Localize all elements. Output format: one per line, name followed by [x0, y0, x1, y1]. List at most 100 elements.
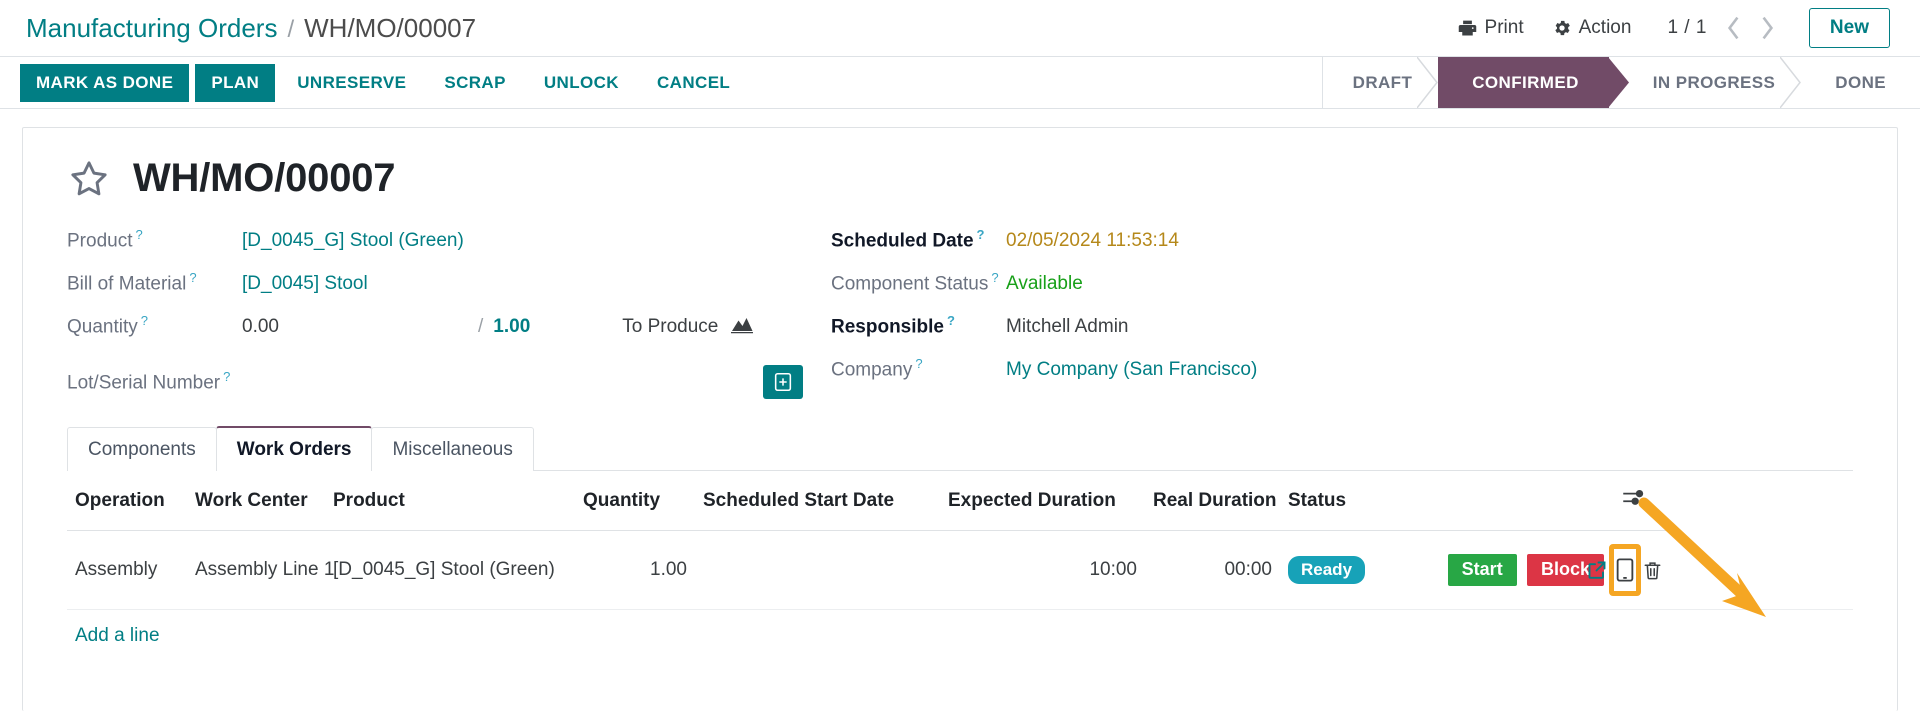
- field-scheduled-date-label-text: Scheduled Date: [831, 230, 974, 252]
- status-stage-in-progress-label: IN PROGRESS: [1652, 72, 1776, 92]
- table-row[interactable]: Assembly Assembly Line 1 [D_0045_G] Stoo…: [67, 530, 1853, 610]
- field-bom-value[interactable]: [D_0045] Stool: [242, 273, 368, 295]
- add-a-line-button[interactable]: Add a line: [67, 610, 168, 657]
- action-button[interactable]: Action: [1538, 13, 1646, 43]
- status-stage-in-progress[interactable]: IN PROGRESS: [1609, 57, 1802, 108]
- field-scheduled-date-value[interactable]: 02/05/2024 11:53:14: [1006, 230, 1179, 252]
- column-header-quantity[interactable]: Quantity: [575, 471, 695, 531]
- plan-button[interactable]: PLAN: [195, 63, 276, 102]
- print-button[interactable]: Print: [1443, 13, 1538, 43]
- external-link-icon[interactable]: [1585, 551, 1609, 589]
- cell-real-duration[interactable]: 00:00: [1145, 530, 1280, 610]
- field-lot-serial-label: Lot/Serial Number?: [67, 369, 242, 394]
- form-column-left: Product? [D_0045_G] Stool (Green) Bill o…: [67, 227, 827, 408]
- help-icon-bom[interactable]: ?: [189, 270, 196, 285]
- field-component-status: Component Status? Available: [831, 270, 1853, 313]
- mark-as-done-button[interactable]: MARK AS DONE: [20, 63, 190, 102]
- cell-quantity[interactable]: 1.00: [575, 530, 695, 610]
- row-icon-group: [1588, 544, 1664, 596]
- help-icon-company[interactable]: ?: [915, 356, 922, 371]
- tablet-view-icon[interactable]: [1609, 544, 1641, 596]
- add-box-icon[interactable]: [763, 365, 803, 399]
- action-button-label: Action: [1578, 17, 1632, 38]
- help-icon-product[interactable]: ?: [135, 227, 142, 242]
- form-area: Product? [D_0045_G] Stool (Green) Bill o…: [67, 227, 1853, 408]
- field-responsible: Responsible? Mitchell Admin: [831, 313, 1853, 356]
- scrap-button[interactable]: SCRAP: [428, 64, 522, 102]
- mountain-chart-icon[interactable]: [730, 314, 754, 340]
- field-quantity-label: Quantity?: [67, 313, 242, 338]
- cell-expected-duration[interactable]: 10:00: [940, 530, 1145, 610]
- column-header-scheduled-start-date[interactable]: Scheduled Start Date: [695, 471, 940, 531]
- column-header-status[interactable]: Status: [1280, 471, 1370, 531]
- field-quantity-label-text: Quantity: [67, 316, 138, 338]
- cell-scheduled-start-date[interactable]: [695, 530, 940, 610]
- chevron-divider-icon: [1417, 57, 1439, 108]
- page-title: WH/MO/00007: [133, 156, 396, 200]
- status-stage-done[interactable]: DONE: [1801, 57, 1920, 108]
- star-outline-icon[interactable]: [67, 157, 111, 201]
- print-button-label: Print: [1484, 17, 1524, 38]
- field-component-status-label: Component Status?: [831, 270, 1006, 295]
- unreserve-button[interactable]: UNRESERVE: [281, 64, 422, 102]
- field-product-value[interactable]: [D_0045_G] Stool (Green): [242, 230, 464, 252]
- field-responsible-value[interactable]: Mitchell Admin: [1006, 316, 1129, 338]
- topbar-actions: Print Action 1 / 1 New: [1443, 8, 1890, 48]
- record-sheet: WH/MO/00007 Product? [D_0045_G] Stool (G…: [22, 127, 1898, 711]
- column-header-expected-duration[interactable]: Expected Duration: [940, 471, 1145, 531]
- status-stage-draft[interactable]: DRAFT: [1323, 57, 1439, 108]
- new-button[interactable]: New: [1808, 8, 1890, 48]
- help-icon-scheduled-date[interactable]: ?: [977, 227, 985, 242]
- field-responsible-label-text: Responsible: [831, 316, 944, 338]
- status-stage-confirmed[interactable]: CONFIRMED: [1438, 57, 1629, 108]
- field-company-label: Company?: [831, 356, 1006, 381]
- table-options-icon[interactable]: [1612, 471, 1672, 531]
- column-header-real-duration[interactable]: Real Duration: [1145, 471, 1280, 531]
- help-icon-component-status[interactable]: ?: [991, 270, 998, 285]
- pager-arrows: [1719, 13, 1783, 43]
- cell-product[interactable]: [D_0045_G] Stool (Green): [325, 530, 575, 610]
- breadcrumb: Manufacturing Orders / WH/MO/00007: [26, 13, 476, 44]
- action-buttons: MARK AS DONE PLAN UNRESERVE SCRAP UNLOCK…: [20, 57, 746, 108]
- quantity-done-input[interactable]: 0.00: [242, 316, 478, 338]
- cell-operation[interactable]: Assembly: [67, 530, 187, 610]
- help-icon-quantity[interactable]: ?: [141, 313, 148, 328]
- work-orders-table: Operation Work Center Product Quantity S…: [67, 471, 1853, 610]
- unlock-button[interactable]: UNLOCK: [528, 64, 635, 102]
- status-stage-confirmed-label: CONFIRMED: [1472, 72, 1579, 92]
- printer-icon: [1457, 18, 1478, 39]
- chevron-divider-icon-2: [1780, 57, 1802, 108]
- field-bom: Bill of Material? [D_0045] Stool: [67, 270, 827, 313]
- column-header-actions: [1370, 471, 1612, 531]
- chevron-left-icon[interactable]: [1719, 13, 1749, 43]
- column-header-operation[interactable]: Operation: [67, 471, 187, 531]
- cell-work-center[interactable]: Assembly Line 1: [187, 530, 334, 610]
- tab-miscellaneous[interactable]: Miscellaneous: [371, 427, 534, 471]
- tab-components[interactable]: Components: [67, 427, 217, 471]
- column-header-product[interactable]: Product: [325, 471, 575, 531]
- tab-work-orders[interactable]: Work Orders: [215, 426, 373, 471]
- help-icon-lot[interactable]: ?: [223, 369, 230, 384]
- field-product: Product? [D_0045_G] Stool (Green): [67, 227, 827, 270]
- status-stage-draft-label: DRAFT: [1352, 72, 1413, 92]
- column-header-work-center[interactable]: Work Center: [187, 471, 325, 531]
- field-lot-serial: Lot/Serial Number?: [67, 356, 827, 408]
- action-status-bar: MARK AS DONE PLAN UNRESERVE SCRAP UNLOCK…: [0, 57, 1920, 109]
- help-icon-responsible[interactable]: ?: [947, 313, 955, 328]
- status-flow: DRAFT CONFIRMED IN PROGRESS DONE: [1321, 57, 1920, 108]
- form-column-right: Scheduled Date? 02/05/2024 11:53:14 Comp…: [827, 227, 1853, 408]
- field-company-value[interactable]: My Company (San Francisco): [1006, 359, 1257, 381]
- field-bom-label: Bill of Material?: [67, 270, 242, 295]
- trash-icon[interactable]: [1641, 551, 1664, 589]
- field-bom-label-text: Bill of Material: [67, 273, 187, 295]
- cancel-button[interactable]: CANCEL: [641, 64, 746, 102]
- quantity-separator: /: [478, 316, 484, 338]
- chevron-right-icon[interactable]: [1753, 13, 1783, 43]
- breadcrumb-root-link[interactable]: Manufacturing Orders: [26, 13, 277, 44]
- field-quantity: Quantity? 0.00 / 1.00 To Produce: [67, 313, 827, 356]
- notebook: Components Work Orders Miscellaneous Ope…: [67, 426, 1853, 657]
- page-root: Manufacturing Orders / WH/MO/00007 Print: [0, 0, 1920, 715]
- field-scheduled-date-label: Scheduled Date?: [831, 227, 1006, 252]
- start-button[interactable]: Start: [1447, 554, 1517, 586]
- field-product-label-text: Product: [67, 230, 133, 252]
